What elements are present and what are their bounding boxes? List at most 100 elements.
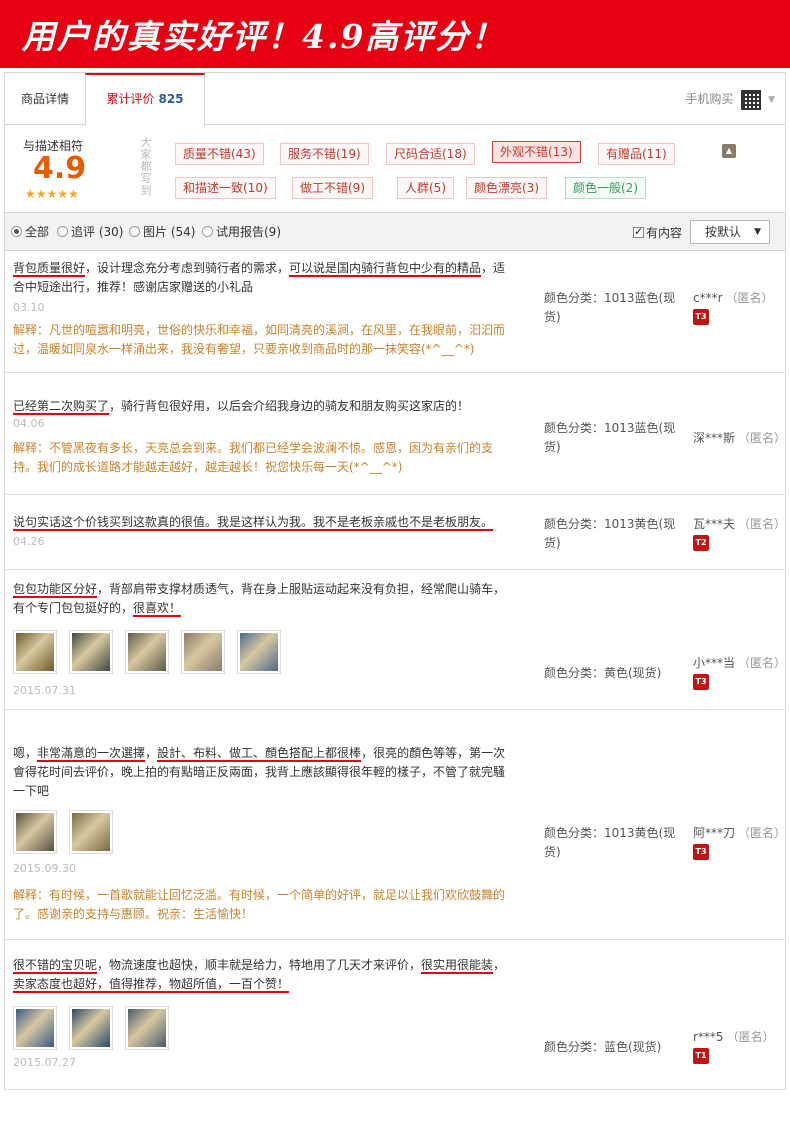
review-text: 背包质量很好，设计理念充分考虑到骑行者的需求，可以说是国内骑行背包中少有的精品，… [13, 259, 511, 297]
review-sku: 颜色分类：1013黄色(现货) [544, 826, 676, 859]
review-photo-thumbnail[interactable] [181, 630, 225, 674]
reviewer-nick: c***r [693, 291, 723, 305]
impression-tag[interactable]: 有赠品(11) [598, 143, 675, 165]
review-photo-thumbnail[interactable] [125, 1006, 169, 1050]
review-photo-thumbnail[interactable] [69, 630, 113, 674]
anonymous-label: （匿名） [738, 517, 787, 531]
impression-tag[interactable]: 做工不错(9) [292, 177, 373, 199]
review-text-segment: ，物流速度也超快，顺丰就是给力，特地用了几天才来评价， [97, 958, 422, 972]
highlighted-phrase: 卖家态度也超好，值得推荐，物超所值，一百个赞！ [13, 977, 290, 993]
photo-image [16, 1009, 54, 1047]
filter-bar: 全部 追评 (30) 图片 (54) 试用报告(9) 有内容 按默认 ▼ [5, 213, 785, 251]
highlighted-phrase: 背包质量很好 [13, 261, 86, 277]
review-date: 2015.07.27 [13, 1056, 76, 1069]
review-text-segment: ，骑行背包很好用，以后会介绍我身边的骑友和朋友购买这家店的！ [109, 399, 470, 413]
review-text: 说句实话这个价钱买到这款真的很值。我是这样认为我。我不是老板亲戚也不是老板朋友。 [13, 513, 511, 532]
review-photo-thumbnail[interactable] [69, 1006, 113, 1050]
impression-tag[interactable]: 尺码合适(18) [386, 143, 475, 165]
filter-all[interactable]: 全部 [11, 225, 49, 239]
impression-tag[interactable]: 质量不错(43) [175, 143, 264, 165]
promo-banner: 用户的真实好评！4.9高评分！ [0, 0, 790, 68]
photo-image [72, 1009, 110, 1047]
impression-tag[interactable]: 服务不错(19) [280, 143, 369, 165]
seller-reply: 解释：有时候，一首歌就能让回忆泛滥。有时候，一个简单的好评，就足以让我们欢欣鼓舞… [13, 888, 506, 921]
filter-trial[interactable]: 试用报告(9) [202, 225, 281, 239]
review-date: 04.26 [13, 535, 45, 548]
reviewer-name: 小***当 （匿名） [693, 654, 786, 671]
chevron-down-icon: ▼ [754, 227, 761, 237]
review-sku: 颜色分类：1013蓝色(现货) [544, 421, 676, 454]
reviewer-name: r***5 （匿名） [693, 1028, 775, 1045]
review-text-segment: ， [493, 958, 506, 972]
mobile-buy-link[interactable]: 手机购买 ▼ [685, 87, 775, 111]
user-level-badge: T3 [693, 844, 709, 860]
review-panel: 商品详情 累计评价 825 手机购买 ▼ 与描述相符 4.9 ★★★★★ 大家都写… [4, 72, 786, 1090]
highlighted-phrase: 包包功能区分好 [13, 582, 98, 598]
seller-reply: 解释：不管黑夜有多长，天亮总会到来。我们都已经学会波澜不惊。感恩，因为有亲们的支… [13, 441, 494, 474]
checkbox-icon [633, 225, 644, 238]
tab-reviews[interactable]: 累计评价 825 [85, 73, 205, 126]
review-photo-thumbnail[interactable] [13, 810, 57, 854]
anonymous-label: （匿名） [738, 431, 787, 445]
review-photo-thumbnail[interactable] [69, 810, 113, 854]
filter-all-label: 全部 [25, 225, 50, 239]
reviewer-nick: 小***当 [693, 656, 736, 670]
reviewer-name: 深***斯 （匿名） [693, 429, 786, 446]
user-level-badge: T2 [693, 535, 709, 551]
review-item: 很不错的宝贝呢，物流速度也超快，顺丰就是给力，特地用了几天才来评价，很实用很能装… [5, 940, 785, 1090]
photo-image [72, 633, 110, 671]
review-photo-thumbnail[interactable] [237, 630, 281, 674]
impression-tag[interactable]: 颜色漂亮(3) [466, 177, 547, 199]
review-photo-thumbnail[interactable] [13, 630, 57, 674]
highlighted-phrase: 可以说是国内骑行背包中少有的精品 [289, 261, 482, 277]
photo-image [128, 1009, 166, 1047]
highlighted-phrase: 已经第二次购买了 [13, 399, 110, 415]
impression-tag[interactable]: 外观不错(13) [492, 141, 581, 163]
review-text: 嗯，非常滿意的一次選擇，設計、布料、做工、顏色搭配上都很棒，很亮的顏色等等，第一… [13, 744, 511, 801]
tab-product-detail[interactable]: 商品详情 [5, 73, 85, 125]
user-level-badge: T1 [693, 1048, 709, 1064]
review-text-segment: 嗯， [13, 746, 38, 760]
photo-image [16, 633, 54, 671]
photo-image [128, 633, 166, 671]
review-photo-thumbnail[interactable] [125, 630, 169, 674]
review-date: 2015.09.30 [13, 862, 76, 875]
filter-pictures[interactable]: 图片 (54) [129, 225, 195, 239]
review-item: 说句实话这个价钱买到这款真的很值。我是这样认为我。我不是老板亲戚也不是老板朋友。… [5, 495, 787, 570]
score-value: 4.9 [33, 151, 87, 186]
impression-tag[interactable]: 人群(5) [397, 177, 454, 199]
radio-icon [57, 226, 68, 237]
filter-followup-label: 追评 (30) [71, 225, 124, 239]
photo-image [184, 633, 222, 671]
reviewer-nick: 深***斯 [693, 431, 736, 445]
mobile-buy-label: 手机购买 [685, 92, 734, 106]
review-sku: 颜色分类：蓝色(现货) [544, 1040, 662, 1054]
filter-followup[interactable]: 追评 (30) [57, 225, 123, 239]
reviewer-nick: 瓦***夫 [693, 517, 736, 531]
highlighted-phrase: 很喜欢！ [133, 601, 182, 617]
review-date: 2015.07.31 [13, 684, 76, 697]
reviewer-name: 阿***刀 （匿名） [693, 824, 786, 841]
collapse-tags-button[interactable]: ▲ [722, 144, 736, 158]
radio-icon [11, 226, 22, 237]
review-item: 包包功能区分好，背部肩带支撑材质透气，背在身上服贴运动起来没有负担，经常爬山骑车… [5, 570, 786, 710]
review-date: 03.10 [13, 301, 45, 314]
reviewer-nick: 阿***刀 [693, 826, 736, 840]
review-sku: 颜色分类：1013蓝色(现货) [544, 291, 676, 324]
sort-select-value: 按默认 [705, 225, 742, 239]
review-photo-thumbnail[interactable] [13, 1006, 57, 1050]
anonymous-label: （匿名） [738, 656, 787, 670]
review-sku: 颜色分类：黄色(现货) [544, 666, 662, 680]
review-text-segment: ，设计理念充分考虑到骑行者的需求， [85, 261, 290, 275]
has-content-checkbox[interactable]: 有内容 [633, 224, 682, 241]
sort-select[interactable]: 按默认 ▼ [690, 220, 770, 244]
seller-reply: 解释：凡世的喧嚣和明亮，世俗的快乐和幸福，如同清亮的溪涧，在风里，在我眼前，汩汩… [13, 323, 506, 356]
review-text: 很不错的宝贝呢，物流速度也超快，顺丰就是给力，特地用了几天才来评价，很实用很能装… [13, 956, 511, 994]
impression-tag[interactable]: 和描述一致(10) [175, 177, 276, 199]
star-rating: ★★★★★ [25, 187, 79, 201]
review-text: 包包功能区分好，背部肩带支撑材质透气，背在身上服贴运动起来没有负担，经常爬山骑车… [13, 580, 511, 618]
filter-trial-label: 试用报告(9) [216, 225, 281, 239]
qr-code-icon [741, 89, 762, 110]
impression-tag[interactable]: 颜色一般(2) [565, 177, 646, 199]
user-level-badge: T3 [693, 674, 709, 690]
